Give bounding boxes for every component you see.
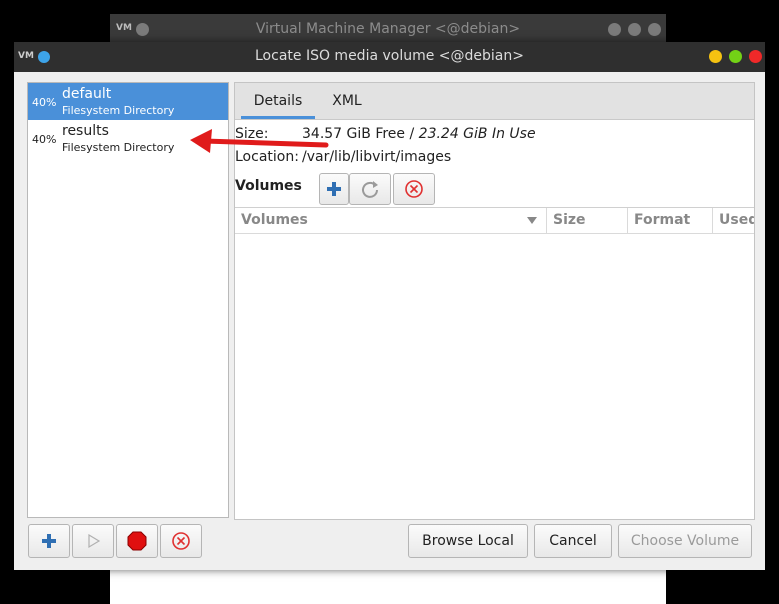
- choose-volume-button[interactable]: Choose Volume: [618, 524, 752, 558]
- size-used: 23.24 GiB In Use: [418, 126, 536, 142]
- delete-pool-button[interactable]: [160, 524, 202, 558]
- column-header-volumes[interactable]: Volumes: [235, 208, 547, 233]
- add-volume-button[interactable]: [319, 173, 349, 205]
- table-header-divider: [235, 233, 754, 234]
- close-button[interactable]: [749, 50, 762, 63]
- size-value: 34.57 GiB Free / 23.24 GiB In Use: [302, 126, 536, 142]
- locate-iso-dialog: VM Locate ISO media volume <@debian> 40%…: [14, 42, 765, 570]
- refresh-volumes-button[interactable]: [349, 173, 391, 205]
- column-header-used[interactable]: Used: [713, 208, 754, 233]
- delete-icon: [405, 180, 423, 198]
- bg-maximize-button[interactable]: [628, 23, 641, 36]
- delete-icon: [172, 532, 190, 550]
- tab-xml[interactable]: XML: [325, 83, 369, 119]
- plus-icon: [327, 182, 341, 196]
- pool-usage-percent: 40%: [32, 96, 57, 109]
- dialog-title: Locate ISO media volume <@debian>: [255, 48, 524, 64]
- pool-type: Filesystem Directory: [62, 104, 175, 117]
- pool-type: Filesystem Directory: [62, 141, 175, 154]
- bg-minimize-button[interactable]: [608, 23, 621, 36]
- column-header-size[interactable]: Size: [547, 208, 628, 233]
- refresh-icon: [362, 181, 378, 198]
- maximize-button[interactable]: [729, 50, 742, 63]
- pool-name: default: [62, 86, 112, 102]
- cancel-button[interactable]: Cancel: [534, 524, 612, 558]
- column-header-format[interactable]: Format: [628, 208, 713, 233]
- delete-volume-button[interactable]: [393, 173, 435, 205]
- add-pool-button[interactable]: [28, 524, 70, 558]
- play-icon: [88, 533, 101, 549]
- plus-icon: [42, 534, 56, 548]
- details-tabbar: Details XML: [235, 83, 754, 120]
- sort-down-icon: [527, 217, 537, 224]
- pool-item-default[interactable]: 40% default Filesystem Directory: [28, 83, 228, 120]
- pool-usage-percent: 40%: [32, 133, 57, 146]
- column-header-label: Volumes: [241, 212, 308, 228]
- background-window-title: Virtual Machine Manager <@debian>: [255, 21, 521, 37]
- tab-details[interactable]: Details: [241, 83, 315, 119]
- pool-name: results: [62, 123, 109, 139]
- dialog-titlebar: VM Locate ISO media volume <@debian>: [14, 42, 765, 72]
- annotation-arrow-icon: [190, 129, 329, 153]
- stop-pool-button[interactable]: [116, 524, 158, 558]
- size-separator: /: [405, 126, 419, 142]
- bg-close-button[interactable]: [648, 23, 661, 36]
- volume-table: Volumes Size Format Used: [235, 207, 754, 519]
- volumes-label: Volumes: [235, 178, 302, 194]
- browse-local-button[interactable]: Browse Local: [408, 524, 528, 558]
- stop-icon: [127, 531, 147, 551]
- start-pool-button[interactable]: [72, 524, 114, 558]
- minimize-button[interactable]: [709, 50, 722, 63]
